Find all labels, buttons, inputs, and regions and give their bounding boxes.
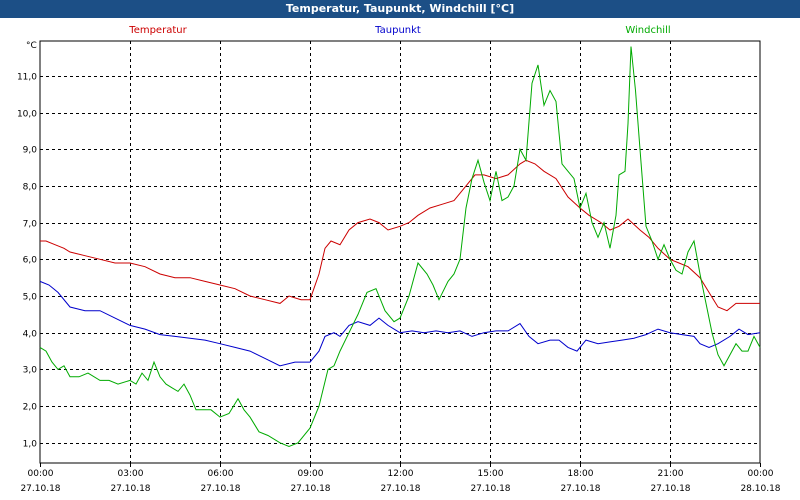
x-tick-time: 12:00	[388, 469, 414, 479]
x-tick-date: 27.10.18	[200, 484, 240, 494]
legend-taupunkt: Taupunkt	[374, 25, 421, 36]
x-tick-time: 00:00	[28, 469, 54, 479]
x-tick-time: 00:00	[748, 469, 774, 479]
y-tick-label: 5,0	[23, 293, 38, 303]
y-axis-unit: °C	[26, 41, 37, 51]
y-tick-label: 3,0	[23, 366, 38, 376]
x-tick-date: 27.10.18	[380, 484, 420, 494]
legend-windchill: Windchill	[625, 25, 670, 36]
x-tick-time: 18:00	[568, 469, 594, 479]
y-tick-label: 1,0	[23, 440, 38, 450]
x-tick-date: 27.10.18	[290, 484, 330, 494]
x-tick-date: 28.10.18	[740, 484, 780, 494]
x-tick-date: 27.10.18	[110, 484, 150, 494]
x-tick-time: 15:00	[478, 469, 504, 479]
x-tick-time: 06:00	[208, 469, 234, 479]
legend-temperatur: Temperatur	[128, 25, 187, 36]
x-tick-time: 03:00	[118, 469, 144, 479]
y-tick-label: 10,0	[17, 110, 37, 120]
window-title: Temperatur, Taupunkt, Windchill [°C]	[0, 0, 800, 18]
x-tick-time: 21:00	[658, 469, 684, 479]
y-tick-label: 6,0	[23, 256, 38, 266]
chart-window: Temperatur, Taupunkt, Windchill [°C] Tem…	[0, 0, 800, 500]
x-tick-date: 27.10.18	[20, 484, 60, 494]
chart-svg: Temperatur Taupunkt Windchill °C 1,0 2,0 3…	[17, 25, 781, 494]
x-tick-labels: 00:00 27.10.18 03:00 27.10.18 06:00 27.10.18 0…	[20, 469, 780, 494]
y-tick-label: 7,0	[23, 220, 38, 230]
grid-layer	[39, 40, 761, 467]
y-tick-label: 9,0	[23, 146, 38, 156]
y-tick-label: 2,0	[23, 403, 38, 413]
y-tick-labels: 1,0 2,0 3,0 4,0 5,0 6,0 7,0 8,0 9,0 10,0 11,0	[17, 73, 37, 450]
x-tick-time: 09:00	[298, 469, 324, 479]
x-tick-date: 27.10.18	[560, 484, 600, 494]
x-tick-date: 27.10.18	[470, 484, 510, 494]
y-tick-label: 8,0	[23, 183, 38, 193]
y-tick-label: 4,0	[23, 330, 38, 340]
y-tick-label: 11,0	[17, 73, 37, 83]
x-tick-date: 27.10.18	[650, 484, 690, 494]
